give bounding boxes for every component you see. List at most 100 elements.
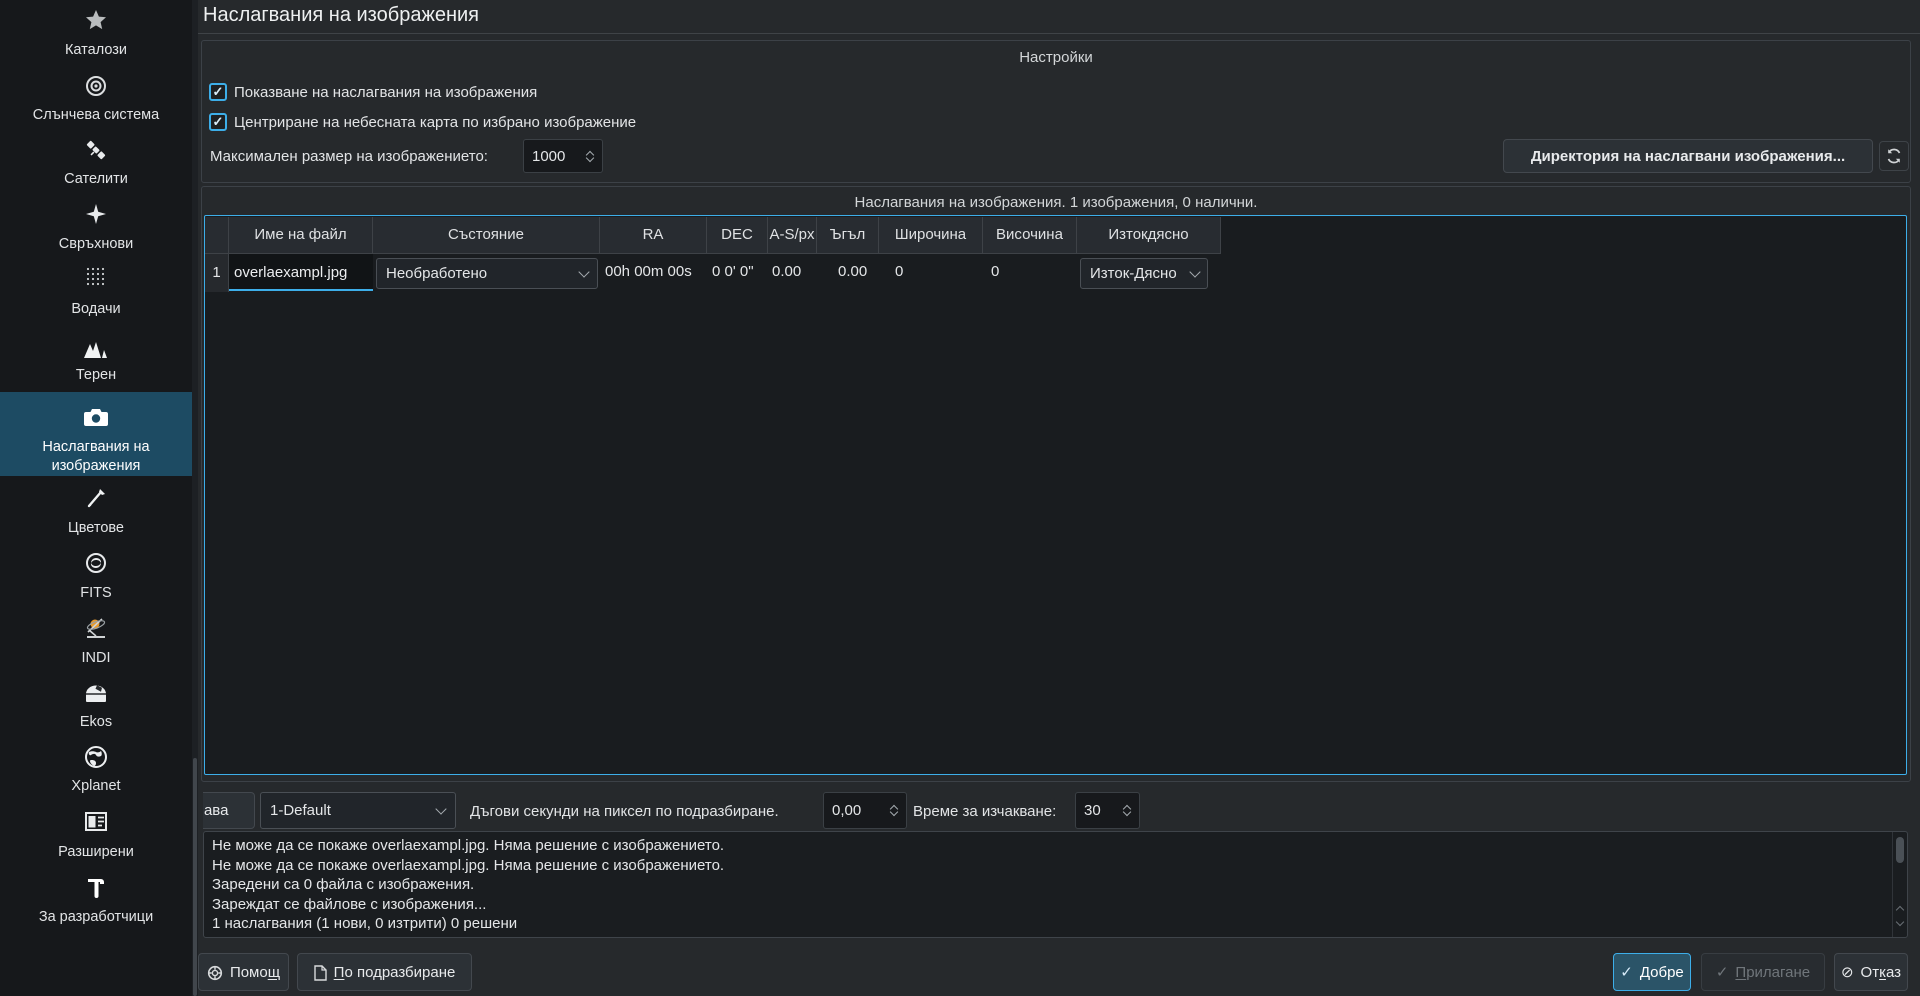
checkmark-icon: ✓ bbox=[213, 84, 224, 99]
chevron-down-icon bbox=[578, 266, 589, 277]
check-icon: ✓ bbox=[1716, 963, 1729, 981]
arcsec-default-label: Дъгови секунди на пиксел по подразбиране… bbox=[470, 803, 779, 820]
scroll-down-icon[interactable] bbox=[1896, 918, 1904, 926]
center-map-checkbox[interactable]: ✓ bbox=[209, 113, 227, 131]
satellite-icon bbox=[0, 138, 192, 164]
spin-buttons[interactable] bbox=[884, 806, 904, 815]
column-header-angle[interactable]: Ъгъл bbox=[817, 217, 879, 254]
telescope-icon bbox=[0, 615, 192, 641]
table-corner[interactable] bbox=[205, 217, 229, 254]
galaxy-icon bbox=[0, 551, 192, 577]
defaults-button[interactable]: По подразбиране bbox=[297, 953, 472, 991]
sidebar-item-fits[interactable]: FITS bbox=[0, 585, 192, 601]
solar-system-icon bbox=[0, 74, 192, 100]
arcsec-default-spinbox[interactable]: 0,00 bbox=[823, 792, 907, 829]
column-header-dec[interactable]: DEC bbox=[707, 217, 768, 254]
help-button-label: Помощ bbox=[230, 964, 280, 981]
column-header-status[interactable]: Състояние bbox=[373, 217, 600, 254]
sidebar-item-label: Наслагвания на bbox=[0, 439, 192, 455]
spin-buttons[interactable] bbox=[580, 152, 600, 161]
page-scrollbar-thumb[interactable] bbox=[193, 758, 197, 996]
log-line: 1 наслагвания (1 нови, 0 изтрити) 0 реше… bbox=[212, 914, 1907, 934]
eastright-combobox[interactable]: Изток-Дясно bbox=[1080, 258, 1208, 289]
max-size-label: Максимален размер на изображението: bbox=[210, 148, 488, 165]
cell-filename[interactable]: overlaexampl.jpg bbox=[229, 254, 373, 291]
page-scrollbar[interactable] bbox=[192, 0, 198, 996]
spin-buttons[interactable] bbox=[1117, 806, 1137, 815]
overlays-table[interactable] bbox=[204, 215, 1907, 775]
overlay-directory-button[interactable]: Директория на наслагвани изображения... bbox=[1503, 139, 1873, 173]
column-header-height[interactable]: Височина bbox=[983, 217, 1077, 254]
column-header-width[interactable]: Широчина bbox=[879, 217, 983, 254]
overlay-directory-button-label: Директория на наслагвани изображения... bbox=[1531, 148, 1845, 165]
help-icon bbox=[207, 963, 223, 980]
refresh-icon bbox=[1885, 147, 1903, 165]
document-icon bbox=[314, 963, 327, 980]
max-size-value: 1000 bbox=[524, 148, 580, 165]
solver-profile-combobox[interactable]: 1-Default bbox=[260, 792, 456, 829]
cell-angle[interactable]: 0.00 bbox=[838, 253, 867, 291]
guides-icon bbox=[0, 265, 192, 291]
chevron-down-icon bbox=[435, 803, 446, 814]
cell-ra[interactable]: 00h 00m 00s bbox=[605, 253, 692, 291]
row-header[interactable]: 1 bbox=[205, 254, 229, 292]
timeout-spinbox[interactable]: 30 bbox=[1075, 792, 1140, 829]
sidebar-item-image-overlays[interactable]: Наслагвания на изображения bbox=[0, 392, 192, 476]
sidebar-item-colors[interactable]: Цветове bbox=[0, 520, 192, 536]
ok-button[interactable]: ✓ Добре bbox=[1613, 953, 1691, 991]
terrain-icon bbox=[0, 337, 192, 363]
title-separator bbox=[198, 33, 1920, 34]
log-scrollbar-thumb[interactable] bbox=[1896, 837, 1904, 863]
arcsec-default-value: 0,00 bbox=[824, 802, 884, 819]
sidebar-item-solar-system[interactable]: Слънчева система bbox=[0, 107, 192, 123]
scroll-up-icon[interactable] bbox=[1896, 906, 1904, 914]
log-textarea[interactable]: Не може да се покаже overlaexampl.jpg. Н… bbox=[203, 831, 1908, 938]
sidebar-item-developers[interactable]: За разработчици bbox=[0, 909, 192, 925]
apply-button-label: Прилагане bbox=[1735, 964, 1810, 981]
sidebar-item-guides[interactable]: Водачи bbox=[0, 301, 192, 317]
checkmark-icon: ✓ bbox=[213, 114, 224, 129]
check-icon: ✓ bbox=[1620, 963, 1633, 981]
center-map-label: Центриране на небесната карта по избрано… bbox=[234, 114, 636, 131]
sidebar-item-label: изображения bbox=[0, 458, 192, 474]
eastright-combobox-value: Изток-Дясно bbox=[1081, 265, 1191, 282]
sidebar-item-catalogs[interactable]: Каталози bbox=[0, 42, 192, 58]
solver-profile-value: 1-Default bbox=[261, 802, 437, 819]
cell-dec[interactable]: 0 0' 0" bbox=[712, 253, 754, 291]
show-overlays-checkbox[interactable]: ✓ bbox=[209, 83, 227, 101]
apply-button[interactable]: ✓ Прилагане bbox=[1701, 953, 1825, 991]
log-scrollbar[interactable] bbox=[1892, 832, 1907, 937]
hammer-icon bbox=[0, 875, 192, 901]
eyedropper-icon bbox=[0, 486, 192, 512]
cancel-button-label: Отказ bbox=[1861, 964, 1902, 981]
max-size-spinbox[interactable]: 1000 bbox=[523, 139, 603, 173]
sidebar-item-supernovae[interactable]: Свръхнови bbox=[0, 236, 192, 252]
sidebar-item-advanced[interactable]: Разширени bbox=[0, 844, 192, 860]
column-header-eastright[interactable]: Изтокдясно bbox=[1077, 217, 1221, 254]
refresh-button[interactable] bbox=[1879, 141, 1909, 171]
sidebar-item-xplanet[interactable]: Xplanet bbox=[0, 778, 192, 794]
sidebar: Каталози Слънчева система Сателити Свръх… bbox=[0, 0, 192, 996]
sidebar-item-terrain[interactable]: Терен bbox=[0, 367, 192, 383]
status-combobox-value: Необработено bbox=[377, 265, 580, 282]
cancel-button[interactable]: ⊘ Отказ bbox=[1834, 953, 1908, 991]
ok-button-label: Добре bbox=[1640, 964, 1684, 981]
column-header-filename[interactable]: Име на файл bbox=[229, 217, 373, 254]
cell-aspp[interactable]: 0.00 bbox=[772, 253, 801, 291]
dome-icon bbox=[0, 680, 192, 706]
column-header-ra[interactable]: RA bbox=[600, 217, 707, 254]
log-line: Заредени са 0 файла с изображения. bbox=[212, 875, 1907, 895]
cell-width[interactable]: 0 bbox=[895, 253, 903, 291]
sidebar-item-ekos[interactable]: Ekos bbox=[0, 714, 192, 730]
sidebar-item-satellites[interactable]: Сателити bbox=[0, 171, 192, 187]
timeout-value: 30 bbox=[1076, 802, 1117, 819]
help-button[interactable]: Помощ bbox=[198, 953, 289, 991]
log-line: Не може да се покаже overlaexampl.jpg. Н… bbox=[212, 856, 1907, 876]
cell-height[interactable]: 0 bbox=[991, 253, 999, 291]
status-combobox[interactable]: Необработено bbox=[376, 258, 598, 289]
column-header-aspp[interactable]: A-S/px bbox=[768, 217, 817, 254]
log-line: Зареждат се файлове с изображения... bbox=[212, 895, 1907, 915]
solve-button-clipped[interactable]: ешава bbox=[203, 792, 255, 829]
solve-button-visible-label: ешава bbox=[203, 802, 228, 819]
sidebar-item-indi[interactable]: INDI bbox=[0, 650, 192, 666]
